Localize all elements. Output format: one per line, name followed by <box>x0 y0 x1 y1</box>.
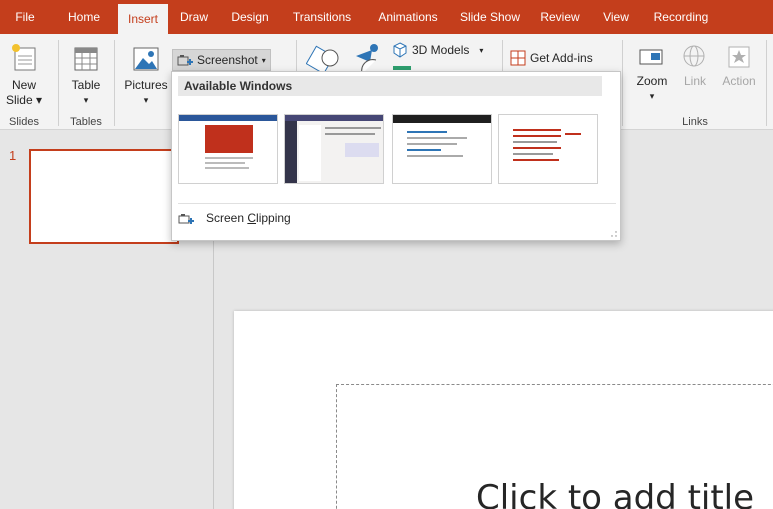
window-thumbnail[interactable] <box>284 114 384 184</box>
3d-models-label: 3D Models <box>412 43 470 57</box>
screenshot-label: Screenshot <box>197 53 258 67</box>
zoom-label: Zoom <box>636 74 668 88</box>
screen-clipping-icon <box>178 214 194 224</box>
tab-draw[interactable]: Draw <box>168 0 220 34</box>
slide-thumbnail[interactable] <box>29 149 179 244</box>
table-icon <box>74 47 98 71</box>
table-label: Table <box>71 78 101 92</box>
group-separator <box>622 40 623 126</box>
window-thumbnail[interactable] <box>178 114 278 184</box>
action-button[interactable]: Action <box>718 42 760 89</box>
ribbon-tab-bar: File Home Insert Draw Design Transitions… <box>0 0 773 34</box>
action-label: Action <box>722 74 756 88</box>
new-slide-label-2: Slide ▾ <box>5 93 43 107</box>
title-placeholder-text: Click to add title <box>476 478 755 509</box>
tab-home[interactable]: Home <box>50 0 118 34</box>
tab-view[interactable]: View <box>592 0 640 34</box>
screenshot-icon <box>177 55 193 66</box>
tab-recording[interactable]: Recording <box>640 0 722 34</box>
new-slide-icon <box>12 44 36 71</box>
smartart-icon[interactable] <box>393 66 411 70</box>
group-separator <box>58 40 59 126</box>
screenshot-dropdown: Available Windows Screen Clipping <box>171 71 621 241</box>
tab-transitions[interactable]: Transitions <box>280 0 364 34</box>
3d-models-button[interactable]: 3D Models ▾ <box>392 42 483 58</box>
get-addins-button[interactable]: Get Add-ins <box>510 50 593 66</box>
zoom-dropdown-arrow: ▾ <box>649 91 655 101</box>
chevron-down-icon: ▾ <box>261 55 266 65</box>
pictures-label: Pictures <box>124 78 168 92</box>
get-addins-label: Get Add-ins <box>530 51 593 65</box>
cube-icon <box>393 42 407 58</box>
slide-number: 1 <box>9 148 17 163</box>
dropdown-separator <box>178 203 616 204</box>
tab-file[interactable]: File <box>0 0 50 34</box>
new-slide-label-1: New <box>11 78 36 92</box>
new-slide-button[interactable]: New Slide ▾ <box>4 42 44 108</box>
group-label-tables: Tables <box>70 116 102 128</box>
window-thumbnail[interactable] <box>498 114 598 184</box>
pictures-icon <box>133 47 159 71</box>
available-windows-header: Available Windows <box>178 76 602 96</box>
group-label-links: Links <box>682 116 708 128</box>
pictures-button[interactable]: Pictures ▾ <box>122 42 170 108</box>
link-label: Link <box>683 74 706 88</box>
group-separator <box>114 40 115 126</box>
addins-icon <box>510 50 526 66</box>
star-action-icon <box>728 46 750 68</box>
pictures-dropdown-arrow: ▾ <box>143 95 149 105</box>
globe-link-icon <box>683 45 705 67</box>
zoom-icon <box>639 49 663 65</box>
window-thumbnail[interactable] <box>392 114 492 184</box>
tab-design[interactable]: Design <box>220 0 280 34</box>
link-button[interactable]: Link <box>680 42 710 89</box>
screen-clipping-item[interactable]: Screen Clipping <box>178 208 478 228</box>
screen-clipping-label: Screen Clipping <box>206 211 291 225</box>
zoom-button[interactable]: Zoom ▾ <box>632 42 672 104</box>
tab-review[interactable]: Review <box>528 0 592 34</box>
tab-insert[interactable]: Insert <box>118 4 168 34</box>
group-separator <box>766 40 767 126</box>
table-dropdown-arrow: ▾ <box>83 95 89 105</box>
table-button[interactable]: Table ▾ <box>64 42 108 108</box>
tab-slide-show[interactable]: Slide Show <box>452 0 528 34</box>
screenshot-button[interactable]: Screenshot ▾ <box>172 49 271 71</box>
tab-animations[interactable]: Animations <box>364 0 452 34</box>
group-label-slides: Slides <box>9 116 39 128</box>
chevron-down-icon: ▾ <box>479 45 484 55</box>
resize-grip-icon[interactable] <box>611 231 617 237</box>
